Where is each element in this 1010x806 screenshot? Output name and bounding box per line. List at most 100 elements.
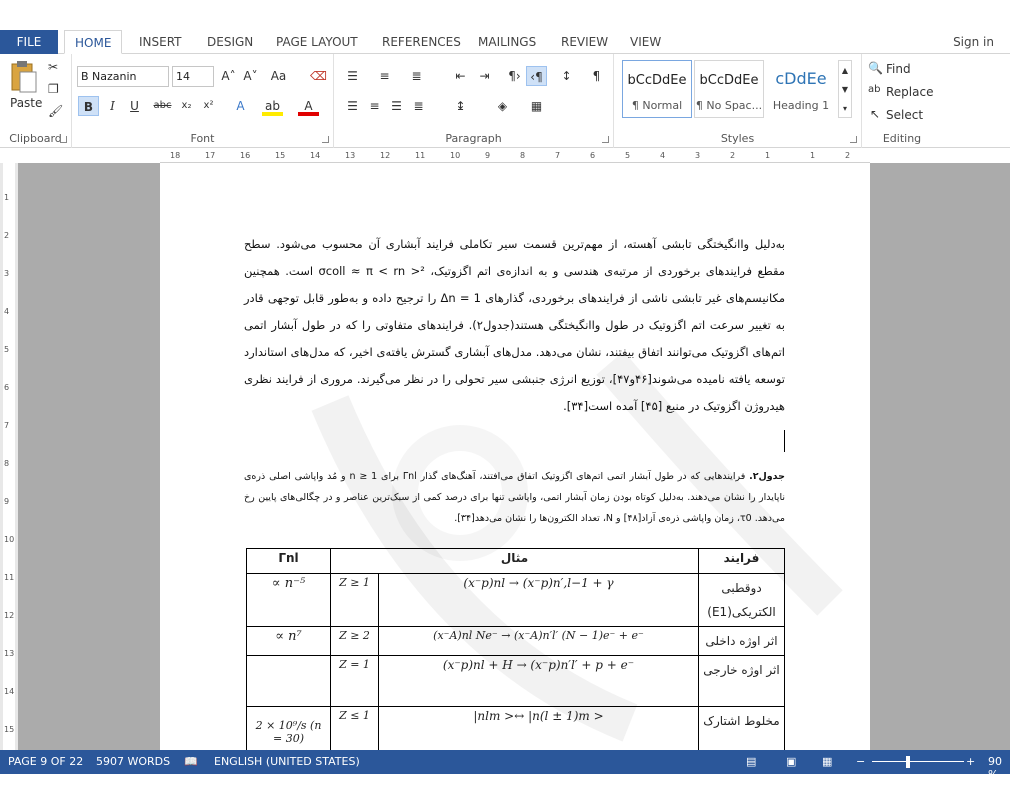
subscript-icon[interactable]: x₂ [176,96,197,116]
zoom-slider-track[interactable] [872,761,964,762]
style-sample: bCcDdEe [699,73,759,88]
paragraph-group: ☰ ≡ ≣ ⇤ ⇥ ¶› ‹¶ ↕ ¶ ☰ ≡ ☰ ≣ ↨ ◈ ▦ Paragr… [334,54,614,148]
language-indicator[interactable]: ENGLISH (UNITED STATES) [214,755,360,768]
ltr-icon[interactable]: ¶› [504,66,525,86]
ruler-tick: 9 [4,497,10,506]
document-workspace[interactable]: به‌دلیل واانگیختگی تابشی آهسته، از مهم‌ت… [18,163,1010,750]
ruler-tick: 3 [695,151,701,160]
find-button[interactable]: Find [886,62,911,76]
style-name: ¶ Normal [631,99,683,112]
tab-mailings[interactable]: MAILINGS [478,30,536,54]
tab-home[interactable]: HOME [64,30,123,54]
tab-view[interactable]: VIEW [630,30,661,54]
show-marks-icon[interactable]: ¶ [586,66,607,86]
styles-scroll[interactable]: ▲ ▼ ▾ [838,60,852,118]
cell-example: (x⁻p)nl → (x⁻p)n′,l−1 + γ [378,573,699,627]
grow-font-icon[interactable]: A˄ [218,66,239,86]
ruler-tick: 6 [590,151,596,160]
align-right-icon[interactable]: ☰ [386,96,407,116]
zoom-slider-thumb[interactable] [906,756,910,768]
italic-icon[interactable]: I [102,96,123,116]
cell-process: اثر اوژه داخلی [698,626,785,656]
superscript-icon[interactable]: x² [198,96,219,116]
ruler-tick: 15 [275,151,286,160]
font-launcher-icon[interactable] [322,136,329,143]
format-painter-icon[interactable]: 🖌 [48,104,63,118]
paste-button[interactable]: Paste [10,96,42,110]
equation: (x⁻p)nl → (x⁻p)n′,l−1 + γ [463,576,614,590]
paragraph-launcher-icon[interactable] [602,136,609,143]
borders-icon[interactable]: ▦ [526,96,547,116]
align-center-icon[interactable]: ≡ [364,96,385,116]
style-normal[interactable]: bCcDdEe ¶ Normal [622,60,692,118]
cell-z: Z ≥ 2 [330,626,379,656]
word-count[interactable]: 5907 WORDS [96,755,170,768]
replace-icon: ab [868,84,881,95]
web-layout-icon[interactable]: ▦ [822,755,832,768]
align-left-icon[interactable]: ☰ [342,96,363,116]
styles-group: bCcDdEe ¶ Normal bCcDdEe ¶ No Spac... cD… [614,54,862,148]
bold-icon[interactable]: B [78,96,99,116]
vertical-ruler[interactable]: 1 2 3 4 5 6 7 8 9 10 11 12 13 14 15 [0,163,18,750]
read-mode-icon[interactable]: ▤ [746,755,756,768]
underline-icon[interactable]: U [124,96,145,116]
style-no-spacing[interactable]: bCcDdEe ¶ No Spac... [694,60,764,118]
clear-formatting-icon[interactable]: ⌫ [308,66,329,86]
font-size-select[interactable]: 14 [172,66,214,87]
zoom-out-icon[interactable]: − [856,755,865,768]
tab-file[interactable]: FILE [0,30,58,54]
cell-gamma: 2 × 10⁹/s (n = 30) [246,706,331,750]
strikethrough-icon[interactable]: abc [152,96,173,116]
style-name: Heading 1 [772,99,830,112]
replace-button[interactable]: Replace [886,85,933,99]
page-count[interactable]: PAGE 9 OF 22 [8,755,83,768]
line-spacing-icon[interactable]: ↨ [450,96,471,116]
bullets-icon[interactable]: ☰ [342,66,363,86]
paste-icon[interactable] [8,60,38,94]
table-row: مخلوط اشتارک |nlm >↔ |n(l ± 1)m > Z ≤ 1 … [246,706,785,750]
shrink-font-icon[interactable]: A˅ [240,66,261,86]
text-cursor [784,430,785,452]
sign-in-link[interactable]: Sign in [953,30,994,54]
tab-references[interactable]: REFERENCES [382,30,461,54]
rtl-icon[interactable]: ‹¶ [526,66,547,86]
tab-insert[interactable]: INSERT [139,30,182,54]
font-color-icon[interactable]: A [298,96,319,116]
zoom-in-icon[interactable]: + [966,755,975,768]
vertical-ruler-track [3,163,15,750]
styles-launcher-icon[interactable] [850,136,857,143]
sort-icon[interactable]: ↕ [556,66,577,86]
style-name: ¶ No Spac... [695,99,763,112]
select-button[interactable]: Select [886,108,923,122]
increase-indent-icon[interactable]: ⇥ [474,66,495,86]
ruler-tick: 1 [4,193,10,202]
style-heading-1[interactable]: cDdEe Heading 1 [766,60,836,118]
cell-process: اثر اوژه خارجی [698,655,785,707]
numbering-icon[interactable]: ≡ [374,66,395,86]
decrease-indent-icon[interactable]: ⇤ [450,66,471,86]
multilevel-list-icon[interactable]: ≣ [406,66,427,86]
text-effects-icon[interactable]: A [230,96,251,116]
clipboard-launcher-icon[interactable] [60,136,67,143]
tab-design[interactable]: DESIGN [207,30,253,54]
ruler-tick: 5 [4,345,10,354]
ruler-tick: 17 [205,151,216,160]
ruler-tick: 18 [170,151,181,160]
tab-page-layout[interactable]: PAGE LAYOUT [276,30,358,54]
ruler-tick: 13 [345,151,356,160]
font-name-select[interactable]: B Nazanin [77,66,169,87]
highlight-icon[interactable]: ab [262,96,283,116]
print-layout-icon[interactable]: ▣ [786,755,796,768]
justify-icon[interactable]: ≣ [408,96,429,116]
tab-review[interactable]: REVIEW [561,30,608,54]
change-case-icon[interactable]: Aa [268,66,289,86]
ruler-tick: 10 [4,535,15,544]
cut-icon[interactable]: ✂ [48,60,58,74]
copy-icon[interactable]: ❐ [48,82,59,96]
document-page[interactable]: به‌دلیل واانگیختگی تابشی آهسته، از مهم‌ت… [160,163,870,750]
proofing-icon[interactable]: 📖 [184,755,198,768]
horizontal-ruler[interactable]: 18 17 16 15 14 13 12 11 10 9 8 7 6 5 4 3… [160,149,870,163]
equation: (x⁻A)nl Ne⁻ → (x⁻A)n′l′ (N − 1)e⁻ + e⁻ [433,629,644,642]
shading-icon[interactable]: ◈ [492,96,513,116]
ruler-tick: 12 [380,151,391,160]
